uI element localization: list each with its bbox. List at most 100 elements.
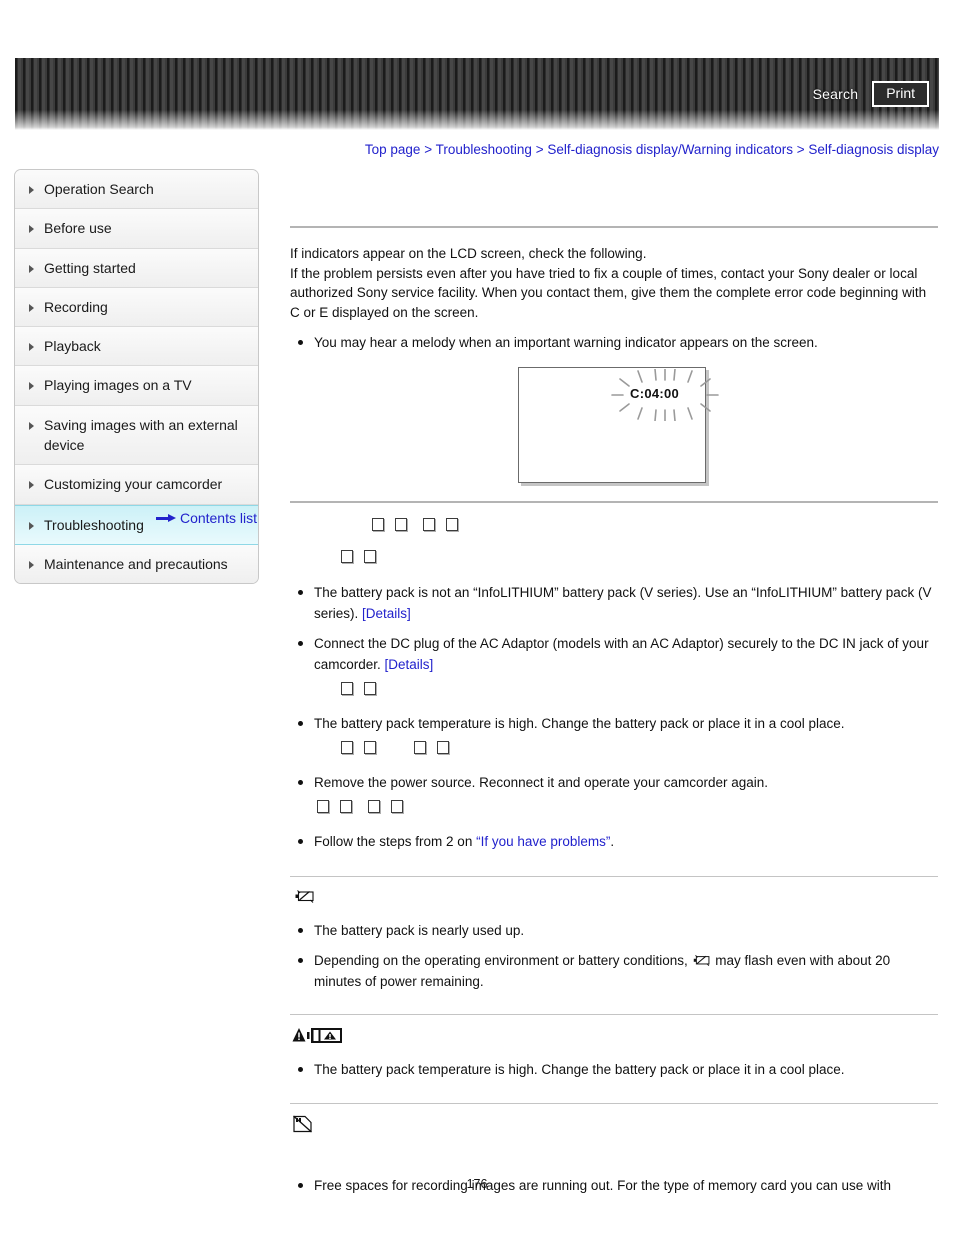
sidebar-item-label: Getting started [44,259,136,276]
sidebar-item-label: Customizing your camcorder [44,476,223,493]
chevron-right-icon [29,225,34,234]
sidebar-item-playing-images-on-a-tv[interactable]: Playing images on a TV [15,366,258,406]
bullet-dc-plug: Connect the DC plug of the AC Adaptor (m… [290,633,938,675]
sidebar-item-operation-search[interactable]: Operation Search [15,170,258,210]
bullet-battery-flash-condition: Depending on the operating environment o… [290,950,938,992]
sidebar-item-label: Saving images with an external device [44,416,238,454]
sidebar-item-label: Maintenance and precautions [44,555,228,572]
breadcrumb-item-top-page[interactable]: Top page [365,142,421,157]
section-heading-memory-card [290,1104,938,1135]
sidebar-item-saving-images-external-device[interactable]: Saving images with an external device [15,405,258,466]
battery-low-icon [295,889,314,903]
page-number: 176 [466,1177,488,1191]
main-content: If indicators appear on the LCD screen, … [290,160,938,1196]
sidebar-item-getting-started[interactable]: Getting started [15,248,258,288]
bullet-dot-icon [298,590,303,595]
bullet-battery-nearly-used-up-text: The battery pack is nearly used up. [314,923,525,938]
breadcrumb-separator: > [796,142,805,157]
missing-glyph-box-icon [340,800,352,813]
print-button[interactable]: Print [872,80,929,108]
breadcrumb-separator: > [424,142,433,157]
missing-glyph-box-icon [368,800,380,813]
search-link[interactable]: Search [813,86,859,102]
chevron-right-icon [29,382,34,391]
bullet-dot-icon [298,928,303,933]
section-subheading-glyphs-3 [290,734,938,762]
bullet-battery-nearly-used-up: The battery pack is nearly used up. [290,920,938,941]
missing-glyph-box-icon [364,741,376,754]
note-melody-text: You may hear a melody when an important … [314,335,818,350]
section-heading-battery-temperature [290,1015,938,1046]
bullet-dot-icon [298,839,303,844]
bullet-text-part: . [610,834,615,849]
bullet-text-part: Depending on the operating environment o… [314,953,692,968]
bullet-dot-icon [298,641,303,646]
chevron-right-icon [29,560,34,569]
bullet-battery-temp-2-text: The battery pack temperature is high. Ch… [314,1062,845,1077]
bullet-if-you-have-problems: Follow the steps from 2 on “If you have … [290,831,938,852]
bullet-battery-temp-1-text: The battery pack temperature is high. Ch… [314,716,845,731]
details-link[interactable]: [Details] [362,606,411,621]
missing-glyph-box-icon [341,741,353,754]
section-heading-c0400-glyphs [290,503,938,539]
missing-glyph-box-icon [372,518,384,531]
breadcrumb: Top page > Troubleshooting > Self-diagno… [0,142,939,157]
arrow-right-icon [155,513,176,523]
header-actions: Search Print [813,58,929,130]
missing-glyph-box-icon [437,741,449,754]
missing-glyph-box-icon [364,550,376,563]
bullet-dc-plug-text: Connect the DC plug of the AC Adaptor (m… [314,633,938,675]
note-melody-bullet: You may hear a melody when an important … [290,332,938,353]
missing-glyph-box-icon [391,800,403,813]
bullet-remove-power-source: Remove the power source. Reconnect it an… [290,772,938,793]
missing-glyph-box-icon [364,682,376,695]
missing-glyph-box-icon [423,518,435,531]
chevron-right-icon [29,343,34,352]
sidebar-item-playback[interactable]: Playback [15,327,258,367]
chevron-right-icon [29,303,34,312]
sidebar-item-before-use[interactable]: Before use [15,209,258,249]
battery-low-icon [693,954,709,967]
sidebar-item-label: Recording [44,298,108,315]
contents-list-link[interactable]: Contents list [14,510,257,526]
bullet-battery-temp-1: The battery pack temperature is high. Ch… [290,713,938,734]
chevron-right-icon [29,264,34,273]
sidebar-item-label: Playback [44,338,101,355]
breadcrumb-item-self-diagnosis-display[interactable]: Self-diagnosis display [808,142,939,157]
bullet-text-part: Follow the steps from 2 on [314,834,477,849]
intro-paragraph-2: If the problem persists even after you h… [290,265,927,320]
if-you-have-problems-link[interactable]: “If you have problems” [476,834,610,849]
lcd-screen-illustration: C:04:00 [518,367,719,485]
missing-glyph-box-icon [446,518,458,531]
details-link[interactable]: [Details] [385,657,434,672]
bullet-infolithium: The battery pack is not an “InfoLITHIUM”… [290,582,938,624]
chevron-right-icon [29,421,34,430]
bullet-remove-power-source-text: Remove the power source. Reconnect it an… [314,775,768,790]
sidebar-item-recording[interactable]: Recording [15,287,258,328]
sidebar-item-label: Before use [44,220,112,237]
bullet-dot-icon [298,958,303,963]
breadcrumb-item-self-diagnosis-warning[interactable]: Self-diagnosis display/Warning indicator… [547,142,793,157]
intro-paragraph-1: If indicators appear on the LCD screen, … [290,246,647,261]
bullet-if-you-have-problems-text: Follow the steps from 2 on “If you have … [314,831,938,852]
bullet-battery-flash-condition-text: Depending on the operating environment o… [314,950,938,992]
site-header-bar: Search Print [15,58,939,130]
battery-temperature-warning-icon [292,1027,342,1043]
bullet-dot-icon [298,340,303,345]
breadcrumb-item-troubleshooting[interactable]: Troubleshooting [436,142,532,157]
bullet-battery-temp-2: The battery pack temperature is high. Ch… [290,1059,938,1080]
memory-card-full-icon [293,1115,312,1133]
missing-glyph-box-icon [317,800,329,813]
breadcrumb-separator: > [535,142,544,157]
sidebar-item-customizing-your-camcorder[interactable]: Customizing your camcorder [15,465,258,505]
contents-list-label: Contents list [179,510,257,526]
sidebar-item-maintenance-and-precautions[interactable]: Maintenance and precautions [15,544,258,584]
bullet-dot-icon [298,780,303,785]
missing-glyph-box-icon [414,741,426,754]
bullet-infolithium-text: The battery pack is not an “InfoLITHIUM”… [314,582,938,624]
bullet-dot-icon [298,1067,303,1072]
section-subheading-glyphs-4 [290,793,938,821]
chevron-right-icon [29,481,34,490]
chevron-right-icon [29,186,34,194]
missing-glyph-box-icon [341,550,353,563]
